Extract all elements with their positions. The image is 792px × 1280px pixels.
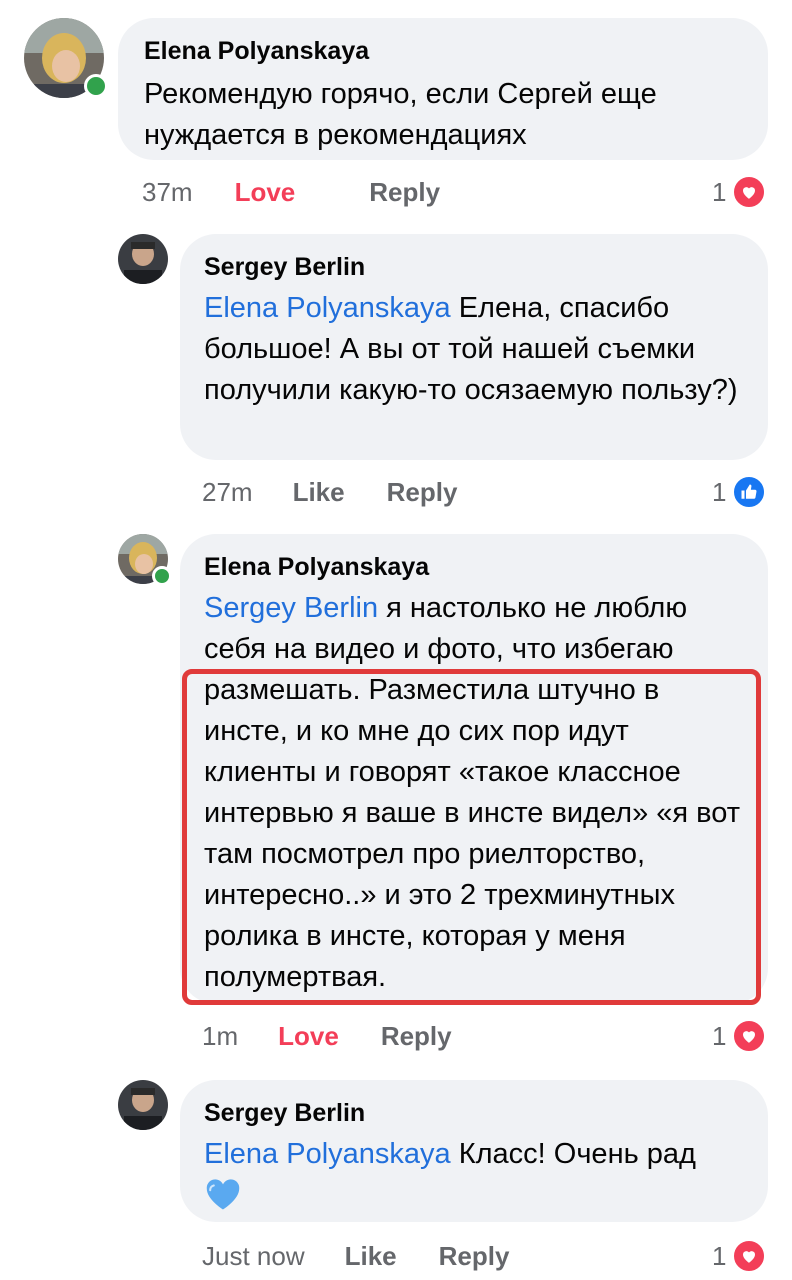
reaction-summary[interactable]: 1 (712, 1016, 767, 1056)
mention-link[interactable]: Elena Polyanskaya (204, 292, 451, 324)
comment-text: Elena Polyanskaya Елена, спасибо большое… (204, 288, 744, 411)
comment-actions: 37m Love Reply (142, 172, 440, 212)
comment-bubble: Sergey Berlin Elena Polyanskaya Елена, с… (180, 234, 768, 460)
reaction-count: 1 (712, 1240, 727, 1271)
comment-timestamp[interactable]: 1m (202, 1021, 238, 1052)
comment-actions: 1m Love Reply (202, 1016, 452, 1056)
mention-link[interactable]: Elena Polyanskaya (204, 1138, 451, 1170)
blue-heart-icon (204, 1177, 242, 1223)
comment-body: Класс! Очень рад (450, 1138, 696, 1170)
like-button[interactable]: Like (293, 477, 345, 508)
reply-button[interactable]: Reply (369, 177, 440, 208)
online-status-indicator (84, 74, 108, 98)
comment-timestamp[interactable]: 27m (202, 477, 253, 508)
comment-bubble: Sergey Berlin Elena Polyanskaya Класс! О… (180, 1080, 768, 1222)
comment-author[interactable]: Sergey Berlin (204, 1098, 744, 1128)
heart-icon (732, 1239, 767, 1273)
reply-button[interactable]: Reply (387, 477, 458, 508)
reaction-count: 1 (712, 176, 727, 207)
comment-body-line1: я настолько не люблю (378, 592, 688, 624)
comment-actions: Just now Like Reply (202, 1236, 509, 1276)
reply-button[interactable]: Reply (381, 1021, 452, 1052)
reaction-summary[interactable]: 1 (712, 472, 767, 512)
comment-body-line2: себя на видео и фото, что избегаю (204, 633, 674, 665)
reaction-count: 1 (712, 476, 727, 507)
avatar-sergey[interactable] (118, 234, 168, 284)
reaction-summary[interactable]: 1 (712, 1236, 767, 1276)
highlight-box (182, 669, 761, 1005)
comment-text: Elena Polyanskaya Класс! Очень рад (204, 1134, 744, 1223)
comment-actions: 27m Like Reply (202, 472, 457, 512)
online-status-indicator (152, 566, 172, 586)
comment-bubble: Elena Polyanskaya Рекомендую горячо, есл… (118, 18, 768, 160)
heart-icon (732, 1019, 767, 1053)
heart-icon (732, 175, 767, 209)
avatar-sergey[interactable] (118, 1080, 168, 1130)
love-reaction-button[interactable]: Love (235, 177, 296, 208)
comment-timestamp[interactable]: Just now (202, 1241, 305, 1272)
comment-timestamp[interactable]: 37m (142, 177, 193, 208)
mention-link[interactable]: Sergey Berlin (204, 592, 378, 624)
comment-text: Рекомендую горячо, если Сергей еще нужда… (144, 78, 657, 151)
comment-author[interactable]: Sergey Berlin (204, 252, 744, 282)
comment-author[interactable]: Elena Polyanskaya (144, 36, 742, 66)
reaction-summary[interactable]: 1 (712, 172, 767, 212)
love-reaction-button[interactable]: Love (278, 1021, 339, 1052)
comment-author[interactable]: Elena Polyanskaya (204, 552, 744, 582)
like-button[interactable]: Like (345, 1241, 397, 1272)
like-icon (732, 475, 767, 509)
reply-button[interactable]: Reply (439, 1241, 510, 1272)
reaction-count: 1 (712, 1020, 727, 1051)
